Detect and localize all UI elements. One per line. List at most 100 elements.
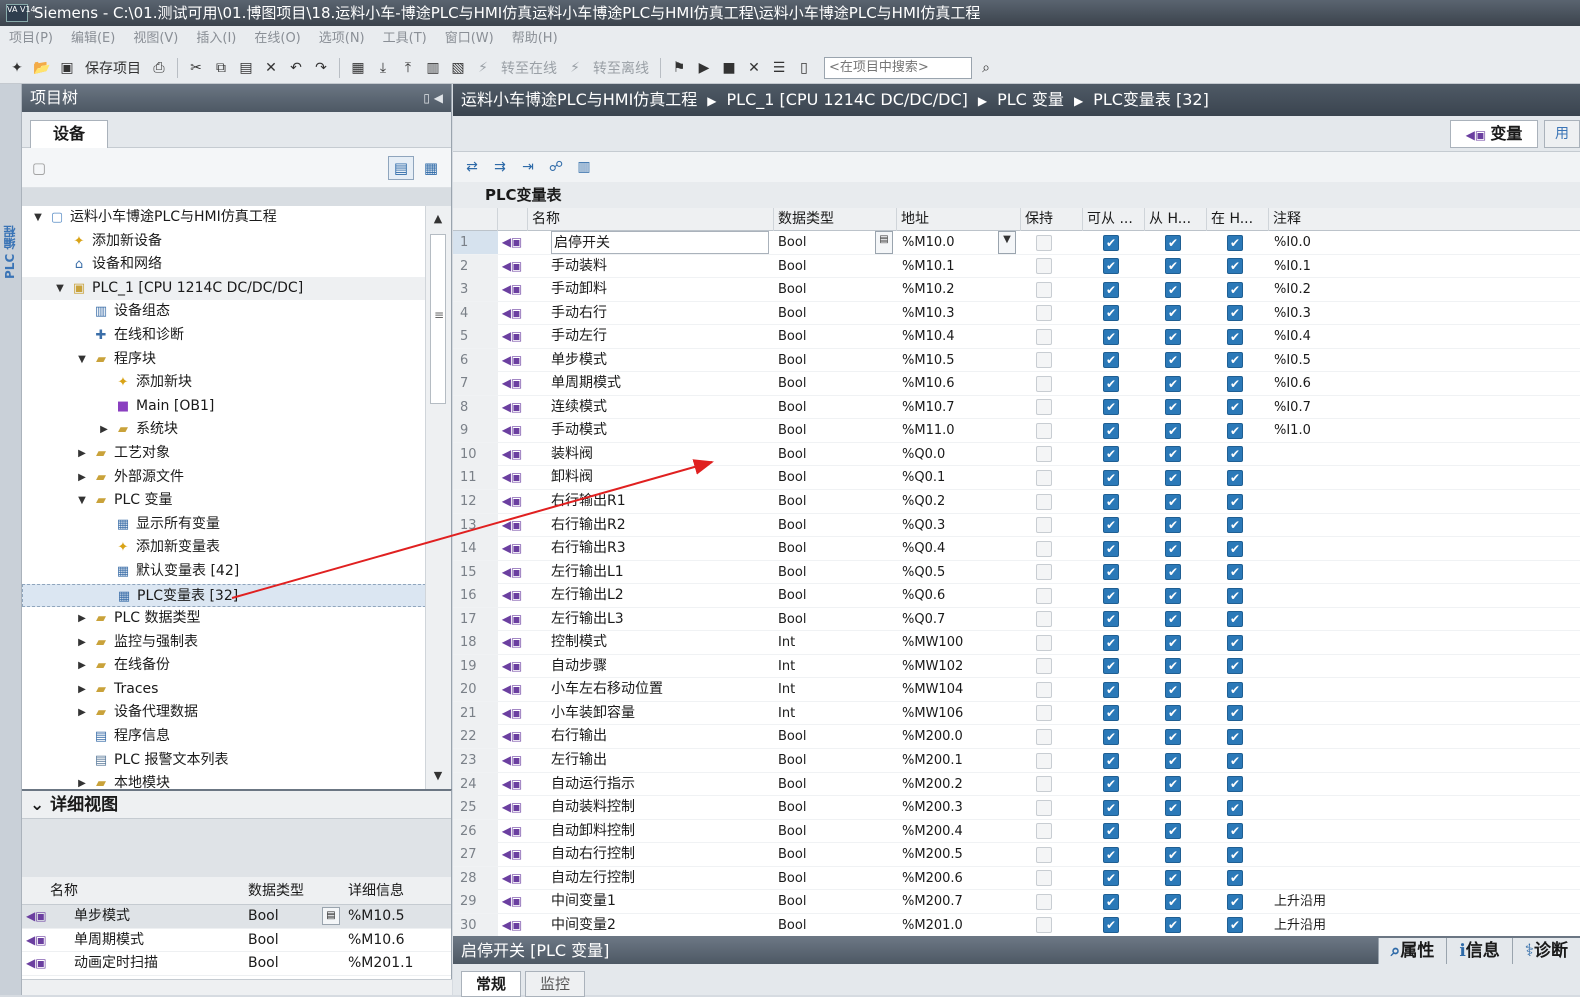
tag-datatype[interactable]: Bool bbox=[778, 231, 878, 254]
tag-name[interactable]: 启停开关 bbox=[551, 231, 769, 254]
tag-comment[interactable] bbox=[1274, 773, 1574, 796]
retain-checkbox[interactable] bbox=[1036, 681, 1052, 698]
tag-address[interactable]: %Q0.2 bbox=[902, 490, 1002, 513]
col-address[interactable]: 地址 bbox=[897, 208, 1021, 231]
collapsed-arrow-icon[interactable]: ▶ bbox=[76, 654, 88, 678]
hmi-visible-checkbox[interactable]: ✔ bbox=[1227, 799, 1243, 816]
tag-datatype[interactable]: Int bbox=[778, 702, 878, 725]
collapse-panel-icon[interactable]: ▯ ◀ bbox=[423, 84, 443, 112]
tag-address[interactable]: %M200.7 bbox=[902, 890, 1002, 913]
hmi-writable-checkbox[interactable]: ✔ bbox=[1165, 422, 1181, 439]
retain-checkbox[interactable] bbox=[1036, 846, 1052, 863]
table-row[interactable]: 26 ◀▣ 自动卸料控制 Bool %M200.4 ✔ ✔ ✔ bbox=[453, 819, 1580, 844]
retain-checkbox[interactable] bbox=[1036, 799, 1052, 816]
tree-item[interactable]: ▥ 设备组态 bbox=[22, 300, 426, 324]
retain-checkbox[interactable] bbox=[1036, 281, 1052, 298]
split-horizontal-icon[interactable]: ☰ bbox=[768, 57, 790, 79]
detail-hscrollbar[interactable] bbox=[22, 979, 452, 995]
tag-comment[interactable] bbox=[1274, 631, 1574, 654]
menu-item[interactable]: 窗口(W) bbox=[436, 26, 503, 52]
accessible-checkbox[interactable]: ✔ bbox=[1103, 917, 1119, 934]
tag-comment[interactable]: %I0.1 bbox=[1274, 255, 1574, 278]
hmi-visible-checkbox[interactable]: ✔ bbox=[1227, 469, 1243, 486]
hmi-writable-checkbox[interactable]: ✔ bbox=[1165, 658, 1181, 675]
copy-icon[interactable]: ⧉ bbox=[210, 57, 232, 79]
accessible-checkbox[interactable]: ✔ bbox=[1103, 870, 1119, 887]
hmi-visible-checkbox[interactable]: ✔ bbox=[1227, 823, 1243, 840]
table-row[interactable]: 28 ◀▣ 自动左行控制 Bool %M200.6 ✔ ✔ ✔ bbox=[453, 866, 1580, 891]
accessible-checkbox[interactable]: ✔ bbox=[1103, 752, 1119, 769]
plc-programming-tab[interactable]: PLC 编程 bbox=[1, 212, 20, 292]
tag-address[interactable]: %Q0.7 bbox=[902, 608, 1002, 631]
overview-icon[interactable]: ▤ bbox=[388, 156, 414, 180]
cut-icon[interactable]: ✂ bbox=[185, 57, 207, 79]
tag-datatype[interactable]: Bool bbox=[778, 537, 878, 560]
accessible-checkbox[interactable]: ✔ bbox=[1103, 893, 1119, 910]
table-row[interactable]: 15 ◀▣ 左行输出L1 Bool %Q0.5 ✔ ✔ ✔ bbox=[453, 560, 1580, 585]
breadcrumb-item[interactable]: PLC 变量 bbox=[997, 90, 1064, 109]
tag-name[interactable]: 自动装料控制 bbox=[551, 796, 769, 819]
tree-item[interactable]: ▶ ▰ 监控与强制表 bbox=[22, 631, 426, 655]
hmi-writable-checkbox[interactable]: ✔ bbox=[1165, 234, 1181, 251]
table-row[interactable]: 30 ◀▣ 中间变量2 Bool %M201.0 ✔ ✔ ✔ 上升沿用 bbox=[453, 913, 1580, 936]
tag-name[interactable]: 右行输出R2 bbox=[551, 514, 769, 537]
tree-item[interactable]: ✦ 添加新变量表 bbox=[22, 536, 426, 560]
save-project-button[interactable]: 保存项目 bbox=[81, 57, 145, 79]
hmi-visible-checkbox[interactable]: ✔ bbox=[1227, 564, 1243, 581]
retain-checkbox[interactable] bbox=[1036, 705, 1052, 722]
scroll-down-icon[interactable]: ▼ bbox=[429, 767, 447, 785]
hmi-visible-checkbox[interactable]: ✔ bbox=[1227, 540, 1243, 557]
tag-datatype[interactable]: Bool bbox=[778, 443, 878, 466]
table-row[interactable]: 16 ◀▣ 左行输出L2 Bool %Q0.6 ✔ ✔ ✔ bbox=[453, 584, 1580, 608]
tree-scrollbar[interactable]: ▲ ≡ ▼ bbox=[425, 206, 451, 789]
table-row[interactable]: 23 ◀▣ 左行输出 Bool %M200.1 ✔ ✔ ✔ bbox=[453, 749, 1580, 773]
col-hmi-visible[interactable]: 在 H... bbox=[1207, 208, 1269, 231]
tag-comment[interactable] bbox=[1274, 655, 1574, 678]
accessible-checkbox[interactable]: ✔ bbox=[1103, 776, 1119, 793]
hmi-writable-checkbox[interactable]: ✔ bbox=[1165, 823, 1181, 840]
table-row[interactable]: 8 ◀▣ 连续模式 Bool %M10.7 ✔ ✔ ✔ %I0.7 bbox=[453, 395, 1580, 420]
expanded-arrow-icon[interactable]: ▼ bbox=[76, 348, 88, 372]
tag-datatype[interactable]: Bool bbox=[778, 796, 878, 819]
print-icon[interactable]: ⎙ bbox=[148, 57, 170, 79]
table-row[interactable]: 18 ◀▣ 控制模式 Int %MW100 ✔ ✔ ✔ bbox=[453, 631, 1580, 655]
tag-datatype[interactable]: Bool bbox=[778, 278, 878, 301]
tag-datatype[interactable]: Bool bbox=[778, 820, 878, 843]
hmi-writable-checkbox[interactable]: ✔ bbox=[1165, 752, 1181, 769]
tag-address[interactable]: %MW106 bbox=[902, 702, 1002, 725]
tag-comment[interactable] bbox=[1274, 725, 1574, 748]
hmi-writable-checkbox[interactable]: ✔ bbox=[1165, 258, 1181, 275]
tag-comment[interactable]: %I0.4 bbox=[1274, 325, 1574, 348]
hmi-writable-checkbox[interactable]: ✔ bbox=[1165, 728, 1181, 745]
tree-item[interactable]: ⌂ 设备和网络 bbox=[22, 253, 426, 277]
detail-row[interactable]: ◀▣ 单步模式 Bool %M10.5 ▤ bbox=[22, 905, 451, 929]
hmi-visible-checkbox[interactable]: ✔ bbox=[1227, 776, 1243, 793]
scroll-up-icon[interactable]: ▲ bbox=[429, 210, 447, 228]
tree-item[interactable]: ▼ ▰ 程序块 bbox=[22, 348, 426, 372]
tab-user-constants[interactable]: 用 bbox=[1544, 120, 1580, 148]
tag-name[interactable]: 手动装料 bbox=[551, 255, 769, 278]
menu-item[interactable]: 项目(P) bbox=[0, 26, 62, 52]
retain-checkbox[interactable] bbox=[1036, 917, 1052, 934]
save-icon[interactable]: ▣ bbox=[56, 57, 78, 79]
hmi-visible-checkbox[interactable]: ✔ bbox=[1227, 305, 1243, 322]
retain-checkbox[interactable] bbox=[1036, 446, 1052, 463]
accessible-checkbox[interactable]: ✔ bbox=[1103, 564, 1119, 581]
tag-comment[interactable]: %I0.3 bbox=[1274, 302, 1574, 325]
tag-address[interactable]: %Q0.3 bbox=[902, 514, 1002, 537]
table-row[interactable]: 3 ◀▣ 手动卸料 Bool %M10.2 ✔ ✔ ✔ %I0.2 bbox=[453, 278, 1580, 302]
table-row[interactable]: 27 ◀▣ 自动右行控制 Bool %M200.5 ✔ ✔ ✔ bbox=[453, 843, 1580, 867]
tag-comment[interactable]: %I0.2 bbox=[1274, 278, 1574, 301]
tag-comment[interactable] bbox=[1274, 608, 1574, 631]
hmi-visible-checkbox[interactable]: ✔ bbox=[1227, 752, 1243, 769]
menu-item[interactable]: 帮助(H) bbox=[503, 26, 567, 52]
tag-datatype[interactable]: Bool bbox=[778, 561, 878, 584]
tag-datatype[interactable]: Int bbox=[778, 631, 878, 654]
subtab-general[interactable]: 常规 bbox=[461, 971, 522, 997]
tag-address[interactable]: %M200.0 bbox=[902, 725, 1002, 748]
hmi-writable-checkbox[interactable]: ✔ bbox=[1165, 776, 1181, 793]
tag-datatype[interactable]: Bool bbox=[778, 890, 878, 913]
tag-address[interactable]: %M11.0 bbox=[902, 419, 1002, 442]
detail-row[interactable]: ◀▣ 动画定时扫描 Bool %M201.1 bbox=[22, 952, 451, 976]
hmi-visible-checkbox[interactable]: ✔ bbox=[1227, 352, 1243, 369]
